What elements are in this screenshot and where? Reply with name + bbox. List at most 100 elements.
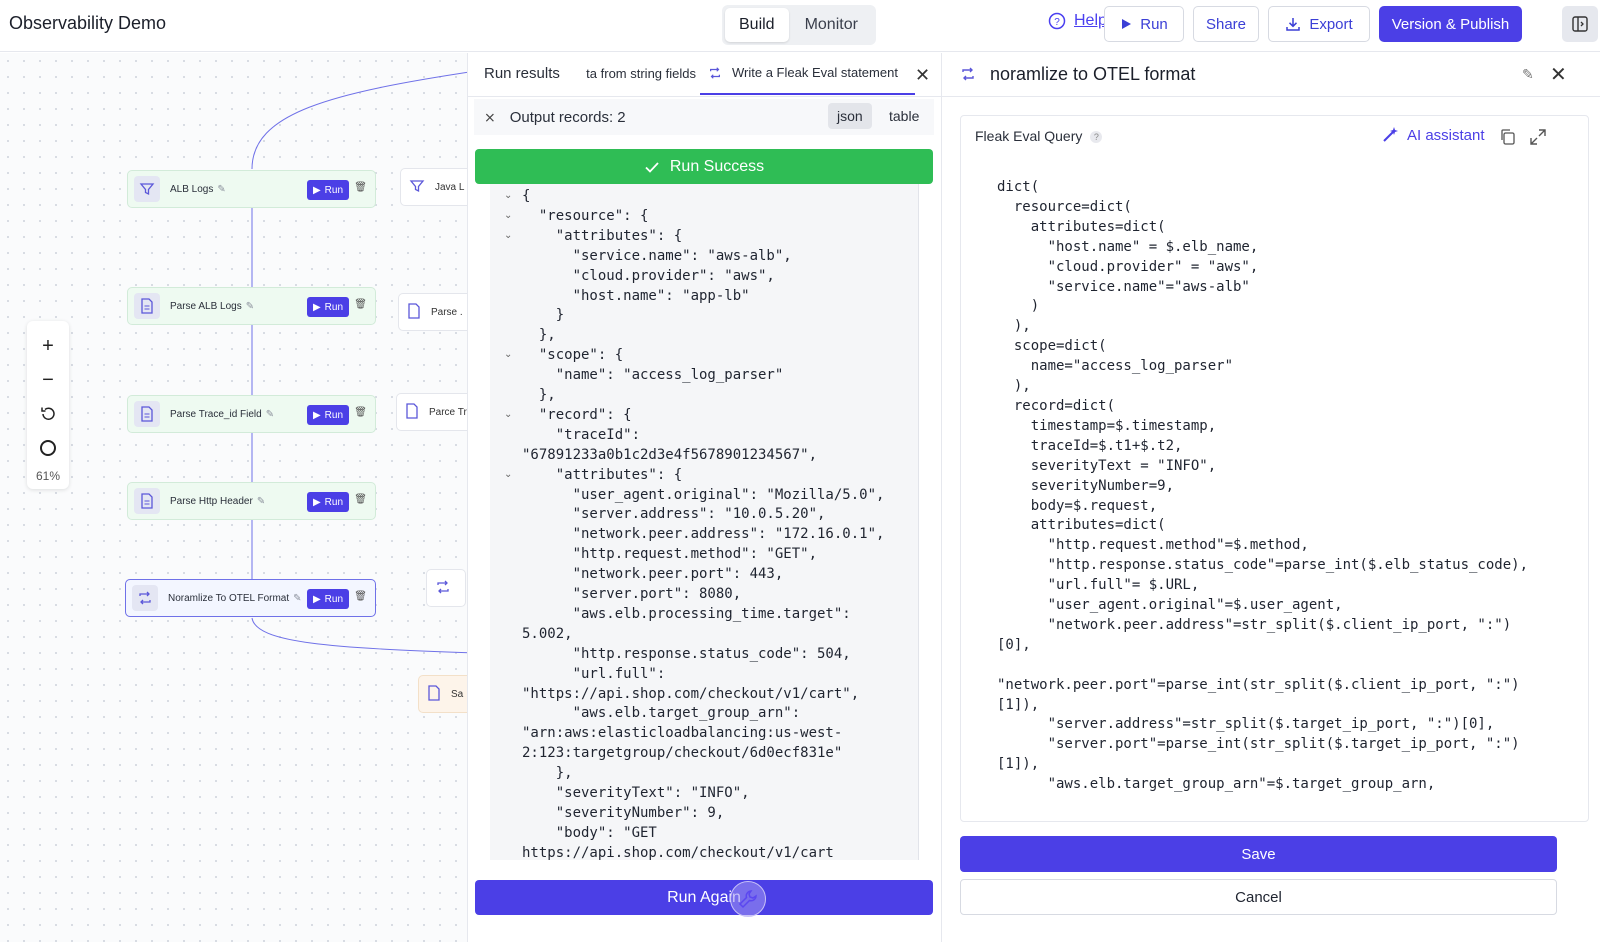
json-line: "67891233a0b1c2d3e4f5678901234567", (522, 446, 818, 463)
tab-run-results[interactable]: Run results (484, 53, 574, 95)
pencil-icon[interactable]: ✎ (293, 593, 301, 604)
json-line: "network.peer.port": 443, (522, 566, 784, 583)
help-link[interactable]: ? Help (1048, 12, 1107, 30)
node-run-label: Run (324, 593, 344, 605)
json-line: 5.002, (522, 625, 573, 642)
query-code[interactable]: dict( resource=dict( attributes=dict( "h… (997, 178, 1528, 795)
json-line: "traceId": (522, 426, 641, 443)
json-viewer[interactable]: ⌄ { ⌄ "resource": { ⌄ "attributes": { "serv… (490, 184, 919, 860)
json-line: "attributes": { (522, 227, 683, 244)
close-icon[interactable]: ✕ (915, 65, 930, 86)
flow-node-partial[interactable]: Parce Tr (396, 393, 476, 431)
node-label: Parse . (431, 306, 463, 318)
chevron-down-icon[interactable]: ⌄ (504, 186, 512, 206)
collapse-icon[interactable]: ⨯ (484, 109, 496, 126)
monitor-tab[interactable]: Monitor (791, 8, 872, 42)
zoom-in-button[interactable]: + (33, 329, 63, 363)
flow-node[interactable]: Parse Trace_id Field ✎ ▶ Run 🗑 (127, 395, 376, 433)
save-button[interactable]: Save (960, 836, 1557, 872)
expand-icon[interactable] (1529, 128, 1547, 146)
export-label: Export (1309, 15, 1353, 33)
json-line: "scope": { (522, 347, 624, 364)
top-bar: Observability Demo Build Monitor ? Help … (0, 0, 1600, 52)
version-publish-button[interactable]: Version & Publish (1379, 6, 1522, 42)
copy-icon[interactable] (1499, 128, 1517, 146)
run-button[interactable]: Run (1104, 6, 1184, 42)
flow-canvas[interactable]: ALB Logs ✎ ▶ Run 🗑 Parse ALB Logs ✎ ▶ Run … (0, 53, 476, 942)
flow-node[interactable]: Parse ALB Logs ✎ ▶ Run 🗑 (127, 287, 376, 325)
json-line: "server.port": 8080, (522, 586, 742, 602)
json-view-toggle[interactable]: json (828, 103, 872, 129)
json-line: "user_agent.original": "Mozilla/5.0", (522, 486, 885, 503)
json-line: { (522, 188, 531, 204)
node-editor-panel: noramlize to OTEL format ✎ ✕ Fleak Eval … (941, 53, 1600, 942)
tab-fleak-eval[interactable]: Write a Fleak Eval statement (700, 53, 915, 95)
chevron-down-icon[interactable]: ⌄ (504, 465, 512, 485)
play-icon: ▶ (312, 301, 321, 313)
output-toolbar: ⨯ Output records: 2 json table (474, 99, 934, 135)
node-run-button[interactable]: ▶ Run (307, 180, 349, 200)
run-label: Run (1140, 15, 1168, 33)
trash-icon[interactable]: 🗑 (354, 494, 367, 505)
chevron-down-icon[interactable]: ⌄ (504, 345, 512, 365)
pencil-icon[interactable]: ✎ (217, 184, 225, 195)
chevron-down-icon[interactable]: ⌄ (504, 226, 512, 246)
node-label: Java L (435, 181, 465, 193)
zoom-controls: + − 61% (27, 321, 69, 489)
wrench-icon[interactable] (730, 881, 766, 917)
tab-parse-string-fields[interactable]: ta from string fields (574, 53, 696, 95)
play-icon (1122, 19, 1132, 29)
flow-node[interactable]: ALB Logs ✎ ▶ Run 🗑 (127, 170, 376, 208)
node-run-label: Run (324, 409, 344, 421)
help-icon[interactable]: ? (1090, 131, 1103, 144)
flow-node-partial[interactable] (426, 569, 466, 607)
trash-icon[interactable]: 🗑 (354, 407, 367, 418)
node-run-button[interactable]: ▶ Run (307, 589, 349, 609)
json-line: }, (522, 387, 556, 403)
fit-view-button[interactable] (33, 431, 63, 465)
share-button[interactable]: Share (1193, 6, 1259, 42)
query-editor: Fleak Eval Query? AI assistant dict( res… (960, 115, 1589, 822)
node-run-button[interactable]: ▶ Run (307, 492, 349, 512)
trash-icon[interactable]: 🗑 (354, 299, 367, 310)
node-label: ALB Logs (170, 183, 214, 195)
play-icon: ▶ (312, 593, 321, 605)
help-circle-icon: ? (1048, 12, 1066, 30)
json-line: }, (522, 327, 556, 344)
build-tab[interactable]: Build (725, 8, 789, 42)
trash-icon[interactable]: 🗑 (354, 182, 367, 193)
trash-icon[interactable]: 🗑 (354, 591, 367, 602)
flow-node-selected[interactable]: Noramlize To OTEL Format ✎ ▶ Run 🗑 (125, 579, 376, 617)
node-label: Parse ALB Logs (170, 300, 242, 312)
export-button[interactable]: Export (1268, 6, 1370, 42)
pencil-icon[interactable]: ✎ (257, 496, 265, 507)
pencil-icon[interactable]: ✎ (266, 409, 274, 420)
table-view-toggle[interactable]: table (880, 103, 928, 129)
json-line: }, (522, 765, 573, 782)
node-label: Parse Trace_id Field (170, 408, 262, 420)
flow-node-partial[interactable]: Java L (400, 168, 476, 206)
json-line: "name": "access_log_parser" (522, 367, 784, 384)
cancel-button[interactable]: Cancel (960, 879, 1557, 915)
zoom-out-button[interactable]: − (33, 363, 63, 397)
run-again-button[interactable]: Run Again (475, 880, 933, 915)
chevron-down-icon[interactable]: ⌄ (504, 206, 512, 226)
node-run-button[interactable]: ▶ Run (307, 405, 349, 425)
chevron-down-icon[interactable]: ⌄ (504, 405, 512, 425)
json-line: "cloud.provider": "aws", (522, 267, 775, 284)
reset-view-button[interactable] (33, 397, 63, 431)
json-line: https://api.shop.com/checkout/v1/cart (522, 844, 834, 860)
node-run-button[interactable]: ▶ Run (307, 297, 349, 317)
pencil-icon[interactable]: ✎ (246, 301, 254, 312)
toggle-sidebar-button[interactable] (1562, 6, 1598, 42)
json-line: "server.address": "10.0.5.20", (522, 506, 826, 523)
transform-icon (710, 67, 720, 79)
close-icon[interactable]: ✕ (1550, 62, 1567, 87)
svg-text:?: ? (1054, 17, 1060, 28)
json-line: "resource": { (522, 207, 649, 224)
flow-node-partial[interactable]: Parse . (398, 293, 476, 331)
flow-node[interactable]: Parse Http Header ✎ ▶ Run 🗑 (127, 482, 376, 520)
pencil-icon[interactable]: ✎ (1522, 66, 1534, 83)
zoom-level: 61% (35, 469, 61, 483)
ai-assistant-button[interactable]: AI assistant (1381, 126, 1485, 144)
